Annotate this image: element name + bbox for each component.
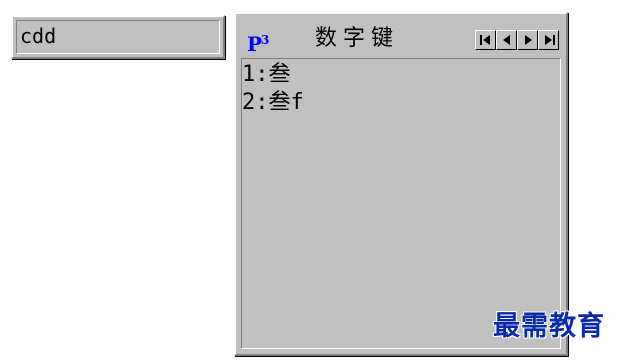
candidate-window[interactable]: P3 数字键 1:叁 2:叁f bbox=[234, 12, 568, 356]
prev-page-icon bbox=[503, 35, 510, 45]
last-page-icon bbox=[545, 35, 555, 45]
ime-logo-icon: P3 bbox=[247, 32, 269, 56]
composition-window: cdd bbox=[11, 15, 225, 59]
prev-page-button[interactable] bbox=[496, 30, 517, 50]
last-page-button[interactable] bbox=[538, 30, 559, 50]
composition-field: cdd bbox=[16, 20, 220, 54]
candidate-list: 1:叁 2:叁f bbox=[241, 58, 561, 349]
first-page-icon bbox=[480, 35, 490, 45]
candidate-item[interactable]: 1:叁 bbox=[242, 61, 291, 89]
candidate-index: 1: bbox=[242, 62, 269, 87]
next-page-icon bbox=[525, 35, 532, 45]
input-mode-title: 数字键 bbox=[315, 26, 400, 51]
candidate-index: 2: bbox=[242, 90, 269, 115]
candidate-title-bar[interactable]: P3 数字键 bbox=[239, 17, 563, 61]
composition-text: cdd bbox=[20, 24, 57, 48]
watermark-logo: 最需教育 bbox=[493, 311, 605, 342]
candidate-item[interactable]: 2:叁f bbox=[242, 89, 304, 117]
screen: cdd P3 数字键 1:叁 2:叁f 最需教育 bbox=[0, 0, 617, 361]
candidate-text: 叁f bbox=[268, 90, 304, 115]
candidate-text: 叁 bbox=[268, 62, 291, 87]
next-page-button[interactable] bbox=[517, 30, 538, 50]
page-navigation bbox=[475, 30, 559, 50]
first-page-button[interactable] bbox=[475, 30, 496, 50]
